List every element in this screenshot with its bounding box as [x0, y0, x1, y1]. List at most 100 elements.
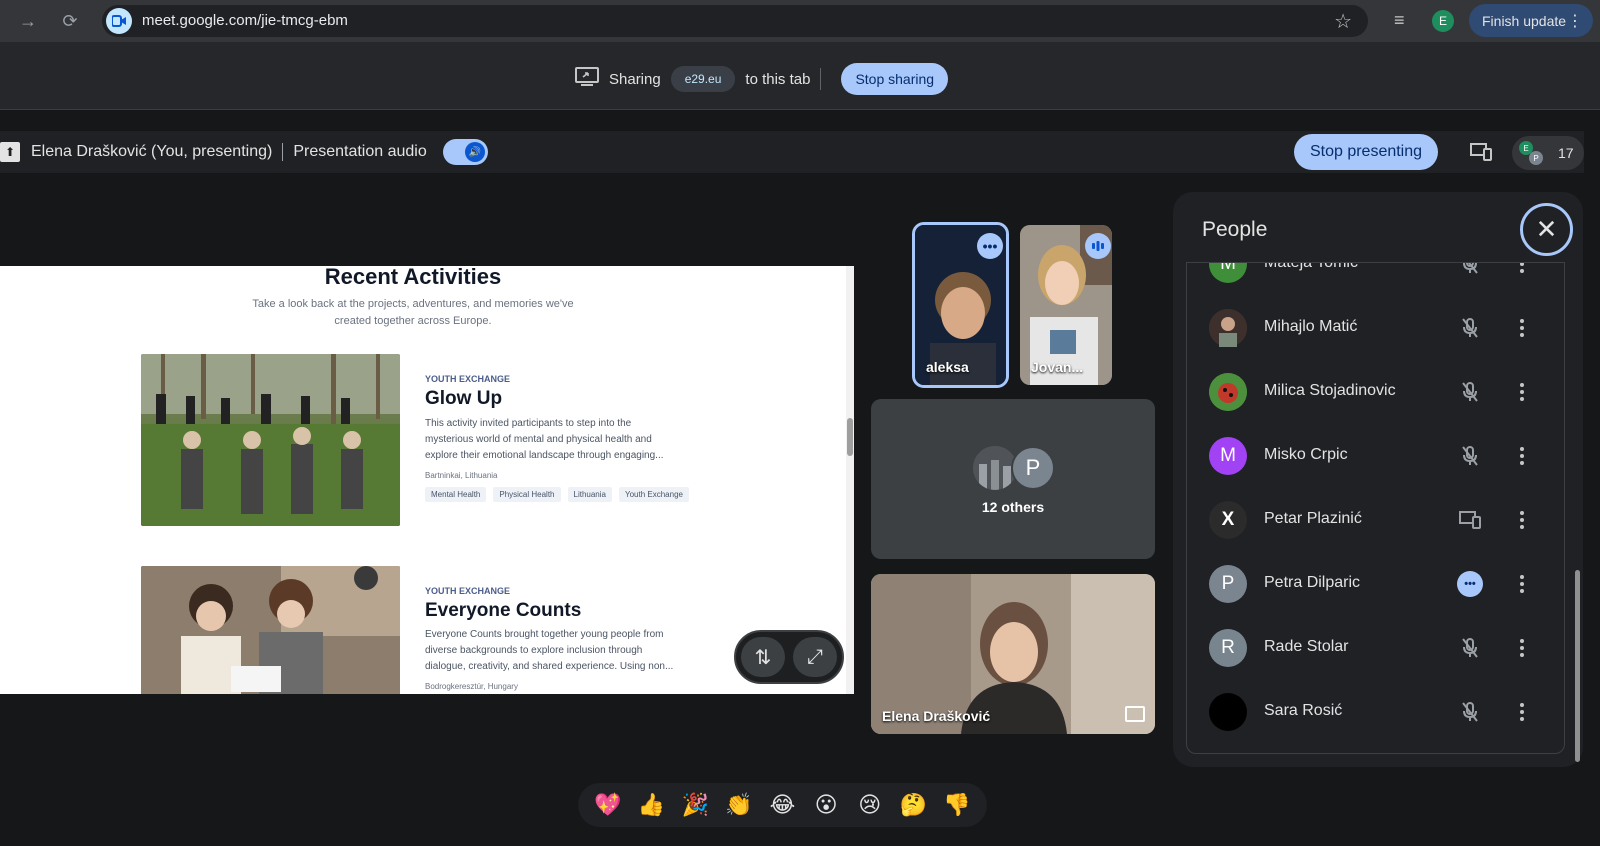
more-vert-icon[interactable]: [1510, 263, 1534, 279]
reaction-crying[interactable]: 😢: [852, 787, 888, 823]
panel-scrollbar[interactable]: [1575, 570, 1580, 762]
slide-heading: Recent Activities: [324, 266, 502, 289]
presented-tab-content: Recent Activities Take a look back at th…: [0, 266, 846, 694]
reload-icon[interactable]: ⟳: [57, 8, 83, 34]
url-text: meet.google.com/jie-tmcg-ebm: [142, 12, 348, 29]
profile-avatar[interactable]: E: [1432, 10, 1454, 32]
address-bar[interactable]: meet.google.com/jie-tmcg-ebm ☆: [102, 5, 1368, 37]
card-title[interactable]: Glow Up: [425, 388, 502, 410]
reaction-thinking[interactable]: 🤔: [895, 787, 931, 823]
card-category: YOUTH EXCHANGE: [425, 586, 511, 596]
meet-camera-icon: [106, 8, 132, 34]
devices-icon[interactable]: [1468, 139, 1494, 165]
avatar: R: [1209, 629, 1247, 667]
forward-icon[interactable]: →: [15, 8, 41, 34]
card-description: Everyone Counts brought together young p…: [425, 629, 664, 640]
stop-sharing-button[interactable]: Stop sharing: [841, 63, 949, 95]
avatar: [1209, 309, 1247, 347]
participant-count: 17: [1558, 145, 1574, 161]
participant-name: Milica Stojadinovic: [1264, 382, 1396, 399]
card-title[interactable]: Everyone Counts: [425, 600, 581, 622]
self-name: Elena Drašković: [882, 708, 991, 724]
self-video-tile[interactable]: Elena Drašković: [871, 574, 1155, 734]
avatar: X: [1209, 501, 1247, 539]
swap-arrows-icon[interactable]: ⇅: [741, 637, 785, 677]
stop-presenting-button[interactable]: Stop presenting: [1294, 134, 1438, 170]
media-control-icon[interactable]: ≡: [1394, 10, 1405, 31]
tag: Youth Exchange: [618, 487, 689, 502]
tag: Mental Health: [425, 487, 487, 502]
more-vert-icon[interactable]: [1510, 441, 1534, 471]
list-item[interactable]: P Petra Dilparic •••: [1187, 553, 1564, 615]
participant-name: Rade Stolar: [1264, 638, 1349, 655]
mic-off-icon: [1455, 633, 1485, 663]
list-item[interactable]: M Misko Crpic: [1187, 425, 1564, 487]
reaction-thumbs-up[interactable]: 👍: [633, 787, 669, 823]
participant-name: Sara Rosić: [1264, 702, 1343, 719]
bookmark-star-icon[interactable]: ☆: [1334, 9, 1352, 34]
reaction-thumbs-down[interactable]: 👎: [939, 787, 975, 823]
mic-off-icon: [1455, 697, 1485, 727]
participant-name: Misko Crpic: [1264, 446, 1348, 463]
more-options-icon[interactable]: •••: [977, 233, 1003, 259]
slide-subheading: Take a look back at the projects, advent…: [252, 298, 574, 310]
list-item[interactable]: Sara Rosić: [1187, 681, 1564, 743]
participant-name: Petar Plazinić: [1264, 510, 1362, 527]
screen-share-icon: [575, 67, 599, 91]
present-icon: ⬆: [0, 142, 20, 162]
video-tile-jovan[interactable]: Jovan...: [1020, 225, 1112, 385]
avatar: M: [1209, 437, 1247, 475]
more-vert-icon[interactable]: [1510, 569, 1534, 599]
reaction-surprised[interactable]: 😮: [808, 787, 844, 823]
mic-off-icon: [1455, 377, 1485, 407]
list-item[interactable]: X Petar Plazinić: [1187, 489, 1564, 551]
video-tile-aleksa[interactable]: ••• aleksa: [912, 222, 1009, 388]
panel-title: People: [1202, 218, 1268, 241]
reaction-laughing[interactable]: 😂: [764, 787, 800, 823]
card-tags: Mental Health Physical Health Lithuania …: [425, 487, 689, 502]
expand-icon[interactable]: ⤢: [793, 637, 837, 677]
reaction-party-popper[interactable]: 🎉: [677, 787, 713, 823]
tag: Physical Health: [493, 487, 561, 502]
more-vert-icon[interactable]: [1510, 697, 1534, 727]
slide-scrollbar[interactable]: [846, 266, 854, 694]
avatar: M: [1209, 263, 1247, 283]
participant-list: M Mateja Tomić Mihajlo Matić Milica Stoj…: [1186, 262, 1565, 754]
avatar: [1209, 373, 1247, 411]
list-item[interactable]: Mihajlo Matić: [1187, 297, 1564, 359]
more-options-icon[interactable]: •••: [1457, 571, 1483, 597]
card-description: This activity invited participants to st…: [425, 418, 632, 429]
shared-domain-chip: e29.eu: [670, 66, 736, 92]
more-vert-icon[interactable]: [1510, 633, 1534, 663]
browser-toolbar: → ⟳ meet.google.com/jie-tmcg-ebm ☆ ≡ E F…: [0, 0, 1600, 42]
participants-button[interactable]: E P 17: [1512, 136, 1584, 170]
more-vert-icon[interactable]: [1510, 377, 1534, 407]
list-item[interactable]: Milica Stojadinovic: [1187, 361, 1564, 423]
more-vert-icon[interactable]: [1510, 313, 1534, 343]
presentation-audio-toggle[interactable]: 🔊: [443, 139, 488, 165]
card-description: diverse backgrounds to explore inclusion…: [425, 645, 643, 656]
list-item[interactable]: M Mateja Tomić: [1187, 263, 1564, 295]
more-vert-icon[interactable]: [1510, 505, 1534, 535]
mic-off-icon: [1455, 263, 1485, 279]
card-location: Bartninkai, Lithuania: [425, 471, 498, 480]
close-icon[interactable]: ✕: [1520, 203, 1573, 256]
scrollbar-thumb[interactable]: [847, 418, 853, 456]
menu-dots-icon: ⋮: [1567, 13, 1583, 30]
speaker-icon: 🔊: [465, 142, 485, 162]
participant-name: Mihajlo Matić: [1264, 318, 1358, 335]
list-item[interactable]: R Rade Stolar: [1187, 617, 1564, 679]
divider: [820, 68, 822, 90]
sharing-bar: Sharing e29.eu to this tab Stop sharing: [0, 42, 1600, 110]
people-panel: People ✕ M Mateja Tomić Mihajlo Matić Mi: [1173, 192, 1583, 767]
reaction-clapping[interactable]: 👏: [721, 787, 757, 823]
devices-icon: [1455, 505, 1485, 535]
presenter-label: Elena Drašković (You, presenting): [31, 143, 273, 160]
picture-in-picture-icon[interactable]: [1125, 706, 1145, 722]
reaction-sparkling-heart[interactable]: 💖: [590, 787, 626, 823]
others-tile[interactable]: P 12 others: [871, 399, 1155, 559]
finish-update-button[interactable]: Finish update ⋮: [1469, 4, 1593, 37]
card-description: mysterious world of mental and physical …: [425, 434, 652, 445]
card-description: explore their emotional landscape throug…: [425, 450, 664, 461]
slide-subheading: created together across Europe.: [334, 315, 492, 327]
